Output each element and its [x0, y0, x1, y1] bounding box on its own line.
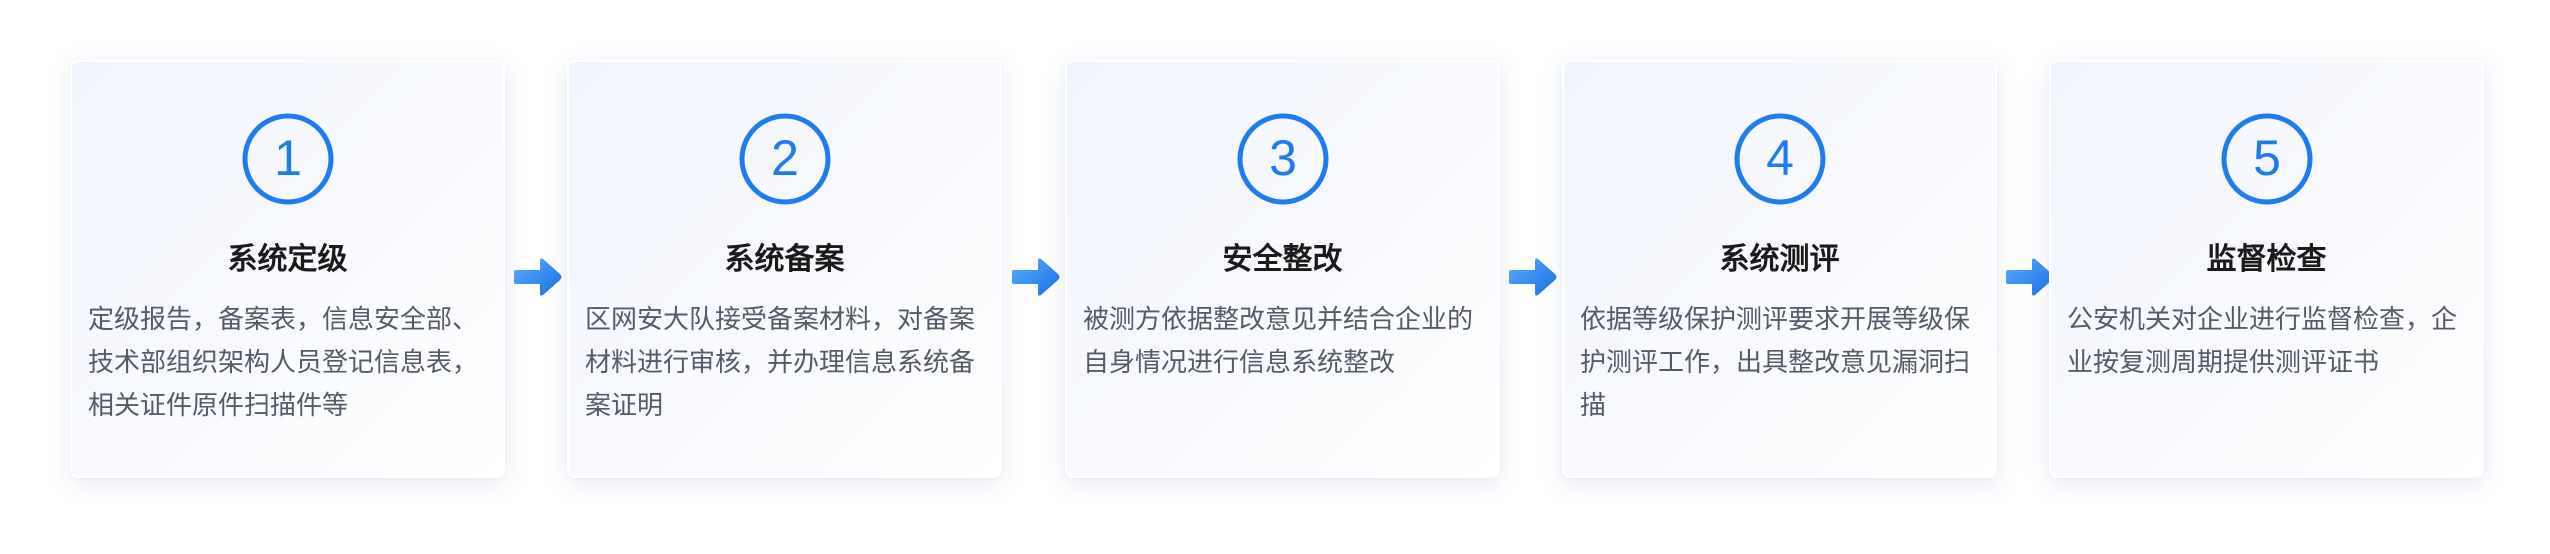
step-card-4: 4 系统测评 依据等级保护测评要求开展等级保护测评工作，出具整改意见漏洞扫描 [1562, 60, 1997, 478]
step-card-1: 1 系统定级 定级报告，备案表，信息安全部、技术部组织架构人员登记信息表，相关证… [70, 60, 505, 478]
step-number: 5 [2253, 130, 2281, 186]
step-description: 区网安大队接受备案材料，对备案材料进行审核，并办理信息系统备案证明 [585, 305, 976, 421]
step-description: 依据等级保护测评要求开展等级保护测评工作，出具整改意见漏洞扫描 [1580, 305, 1971, 421]
step-description: 定级报告，备案表，信息安全部、技术部组织架构人员登记信息表，相关证件原件扫描件等 [88, 305, 479, 421]
step-description: 被测方依据整改意见并结合企业的自身情况进行信息系统整改 [1083, 305, 1474, 378]
number-4-icon: 4 [1733, 112, 1827, 206]
step-card-2: 2 系统备案 区网安大队接受备案材料，对备案材料进行审核，并办理信息系统备案证明 [567, 60, 1002, 478]
number-5-icon: 5 [2220, 112, 2314, 206]
step-number: 4 [1766, 130, 1794, 186]
step-number: 2 [771, 130, 799, 186]
arrow-right-icon [1507, 254, 1559, 300]
arrow-right-icon [1010, 254, 1062, 300]
step-title: 系统定级 [227, 242, 348, 277]
number-3-icon: 3 [1236, 112, 1330, 206]
step-title: 安全整改 [1222, 242, 1343, 277]
step-card-5: 5 监督检查 公安机关对企业进行监督检查，企业按复测周期提供测评证书 [2049, 60, 2484, 478]
step-description: 公安机关对企业进行监督检查，企业按复测周期提供测评证书 [2067, 305, 2458, 378]
step-card-3: 3 安全整改 被测方依据整改意见并结合企业的自身情况进行信息系统整改 [1065, 60, 1500, 478]
step-number: 1 [274, 130, 302, 186]
number-1-icon: 1 [241, 112, 335, 206]
arrow-right-icon [512, 254, 564, 300]
step-title: 系统备案 [724, 242, 845, 277]
step-number: 3 [1269, 130, 1297, 186]
step-title: 监督检查 [2206, 242, 2327, 277]
step-title: 系统测评 [1719, 242, 1840, 277]
process-flow: 1 系统定级 定级报告，备案表，信息安全部、技术部组织架构人员登记信息表，相关证… [0, 0, 2550, 554]
number-2-icon: 2 [738, 112, 832, 206]
